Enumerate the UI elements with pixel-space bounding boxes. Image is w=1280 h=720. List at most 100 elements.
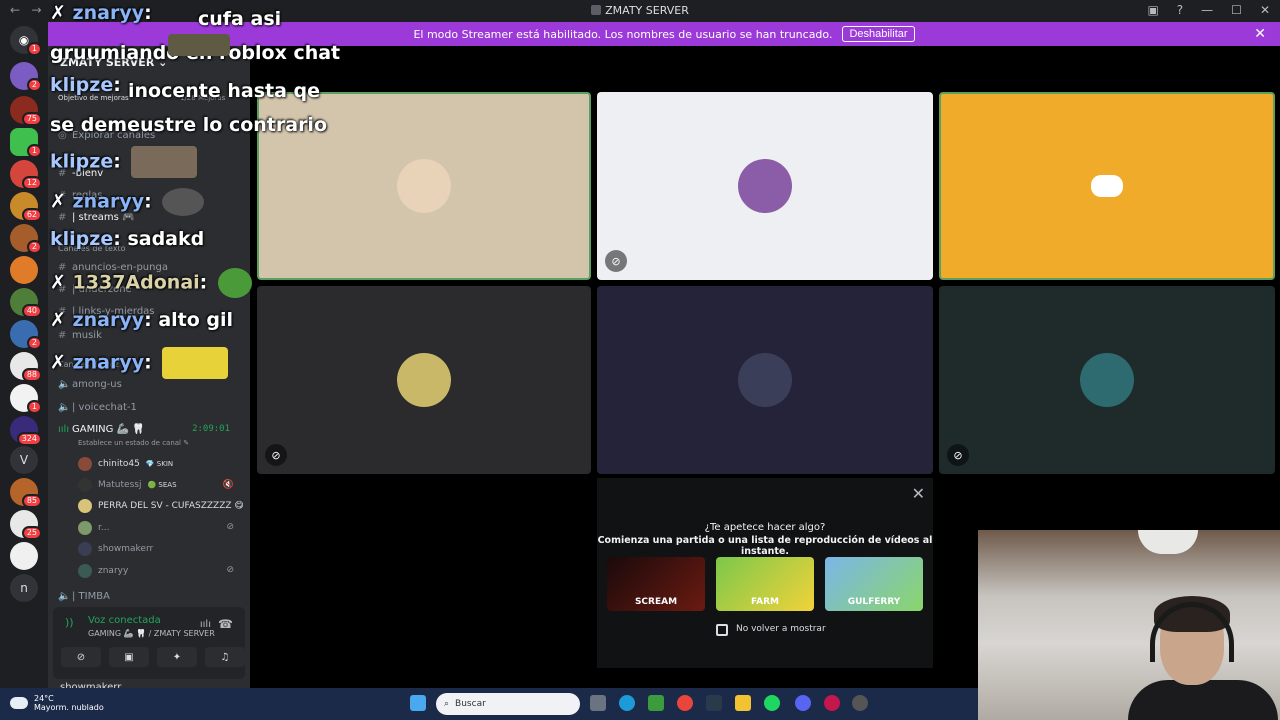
- voice-user[interactable]: showmakerr: [78, 542, 153, 556]
- server-icon-9[interactable]: 2: [10, 320, 42, 350]
- participant-avatar: [397, 159, 451, 213]
- weather-widget[interactable]: 24°C Mayorm. nublado: [10, 694, 104, 712]
- channel-label: reglas: [72, 190, 103, 201]
- minimize-icon[interactable]: —: [1201, 3, 1213, 17]
- camera-off-button[interactable]: ⊘: [61, 647, 101, 667]
- server-icon-2[interactable]: 75: [10, 96, 42, 126]
- disable-streamer-button[interactable]: Deshabilitar: [842, 26, 915, 42]
- video-tile[interactable]: ⊘: [597, 92, 933, 280]
- server-icon-3[interactable]: 1: [10, 128, 42, 158]
- channel-links[interactable]: # | links-y-mierdas: [58, 306, 155, 317]
- video-tile[interactable]: [257, 92, 591, 280]
- boost-goal[interactable]: Objetivo de mejoras: [58, 94, 129, 102]
- explore-channels[interactable]: ◎ Explorar canales: [58, 130, 155, 141]
- disconnect-icon[interactable]: ☎: [218, 617, 233, 631]
- set-channel-status[interactable]: Establece un estado de canal ✎: [78, 439, 189, 447]
- server-icon-15[interactable]: [10, 542, 38, 570]
- weather-desc: Mayorm. nublado: [34, 703, 104, 712]
- inbox-icon[interactable]: ▣: [1147, 3, 1158, 17]
- server-icon-n[interactable]: n: [10, 574, 38, 602]
- activity-card-farm[interactable]: FARM: [716, 557, 814, 611]
- channel-streams[interactable]: # | streams 🎮: [58, 212, 134, 223]
- activity-card-gulferry[interactable]: GULFERRY: [825, 557, 923, 611]
- muted-deafened-icon: 🔇: [222, 480, 234, 490]
- badge: 2: [26, 78, 42, 92]
- server-icon-12[interactable]: 324: [10, 416, 42, 446]
- close-popup-icon[interactable]: ✕: [912, 484, 925, 503]
- channel-musik[interactable]: # musik: [58, 330, 102, 341]
- mic-muted-icon: ⊘: [226, 565, 234, 575]
- channel-sidebar: ZMATY SERVER ⌄ Objetivo de mejoras 1/28 …: [48, 46, 250, 690]
- server-icon-5[interactable]: 62: [10, 192, 42, 222]
- server-icon-1[interactable]: 2: [10, 62, 42, 92]
- server-icon-v[interactable]: V: [10, 446, 38, 474]
- minecraft-icon[interactable]: [648, 695, 664, 711]
- discord-icon[interactable]: [795, 695, 811, 711]
- share-screen-button[interactable]: ▣: [109, 647, 149, 667]
- category-voice-channels[interactable]: Canales de voz: [58, 360, 119, 369]
- voice-channel-timba[interactable]: 🔈 | TIMBA: [58, 591, 110, 602]
- video-tile[interactable]: [597, 286, 933, 474]
- chrome-icon[interactable]: [677, 695, 693, 711]
- search-placeholder: Buscar: [455, 699, 486, 709]
- activity-card-scream[interactable]: SCREAM: [607, 557, 705, 611]
- voice-connected-title[interactable]: Voz conectada: [88, 615, 161, 626]
- server-icon-11[interactable]: 1: [10, 384, 42, 414]
- help-icon[interactable]: ?: [1177, 3, 1183, 17]
- ceiling-lamp: [1138, 530, 1198, 554]
- server-icon-13[interactable]: 85: [10, 478, 42, 508]
- windows-start-icon[interactable]: [410, 695, 426, 711]
- app-icon[interactable]: [706, 695, 722, 711]
- voice-user[interactable]: Matutessj 🟢 SEAS: [78, 478, 177, 492]
- voice-user[interactable]: chinito45 💎 SKIN: [78, 457, 173, 471]
- voice-channel-among-us[interactable]: 🔈 among-us: [58, 379, 122, 390]
- video-tile[interactable]: ⊘: [939, 286, 1275, 474]
- server-header[interactable]: ZMATY SERVER ⌄: [60, 56, 167, 69]
- voice-channel-voicechat[interactable]: 🔈 | voicechat-1: [58, 402, 137, 413]
- boost-goal-label: Objetivo de mejoras: [58, 94, 129, 102]
- window-title: ZMATY SERVER: [605, 4, 689, 17]
- soundboard-button[interactable]: ♫: [205, 647, 245, 667]
- channel-reglas[interactable]: # reglas: [58, 190, 103, 201]
- activity-title: FARM: [751, 597, 779, 607]
- task-view-icon[interactable]: [590, 695, 606, 711]
- hash-icon: #: [58, 212, 67, 223]
- category-text-channels[interactable]: Canales de texto: [58, 244, 126, 253]
- server-icon-10[interactable]: 88: [10, 352, 42, 382]
- discord-home-icon[interactable]: ◉ 1: [10, 26, 42, 56]
- maximize-icon[interactable]: ☐: [1231, 3, 1242, 17]
- voice-user[interactable]: PERRA DEL SV - CUFASZZZZZ 😋: [78, 499, 244, 513]
- channel-underzone[interactable]: # | underzone: [58, 284, 132, 295]
- close-icon[interactable]: ✕: [1260, 3, 1270, 17]
- server-icon-7[interactable]: [10, 256, 38, 284]
- server-icon-8[interactable]: 40: [10, 288, 42, 318]
- badge: 1: [26, 400, 42, 414]
- opera-icon[interactable]: [824, 695, 840, 711]
- dont-show-again-checkbox[interactable]: [716, 624, 728, 636]
- video-tile[interactable]: [939, 92, 1275, 280]
- server-icon-6[interactable]: 2: [10, 224, 42, 254]
- voice-user[interactable]: znaryy: [78, 564, 128, 578]
- server-icon-14[interactable]: 25: [10, 510, 42, 540]
- voice-channel-gaming[interactable]: ıılı GAMING 🦾 🦷 2:09:01: [58, 424, 240, 435]
- noise-suppression-icon[interactable]: ıılı: [200, 619, 211, 630]
- badge: 2: [26, 240, 42, 254]
- taskbar-search[interactable]: ⌕ Buscar: [436, 693, 580, 715]
- voice-user[interactable]: r...: [78, 521, 109, 535]
- video-tile[interactable]: ⊘: [257, 286, 591, 474]
- edge-icon[interactable]: [619, 695, 635, 711]
- badge: 324: [16, 432, 42, 446]
- channel-anuncios[interactable]: # anuncios-en-punga: [58, 262, 168, 273]
- channel-bienv[interactable]: # -bienv: [58, 168, 103, 179]
- activities-button[interactable]: ✦: [157, 647, 197, 667]
- file-explorer-icon[interactable]: [735, 695, 751, 711]
- dont-show-again-label[interactable]: No volver a mostrar: [736, 624, 826, 634]
- voice-connected-subtitle[interactable]: GAMING 🦾 🦷 / ZMATY SERVER: [88, 629, 215, 638]
- badge: 2: [26, 336, 42, 350]
- server-icon-4[interactable]: 12: [10, 160, 42, 190]
- close-banner-icon[interactable]: ✕: [1254, 26, 1266, 42]
- activity-title: GULFERRY: [847, 597, 901, 607]
- obs-icon[interactable]: [852, 695, 868, 711]
- spotify-icon[interactable]: [764, 695, 780, 711]
- participant-avatar: [1080, 353, 1134, 407]
